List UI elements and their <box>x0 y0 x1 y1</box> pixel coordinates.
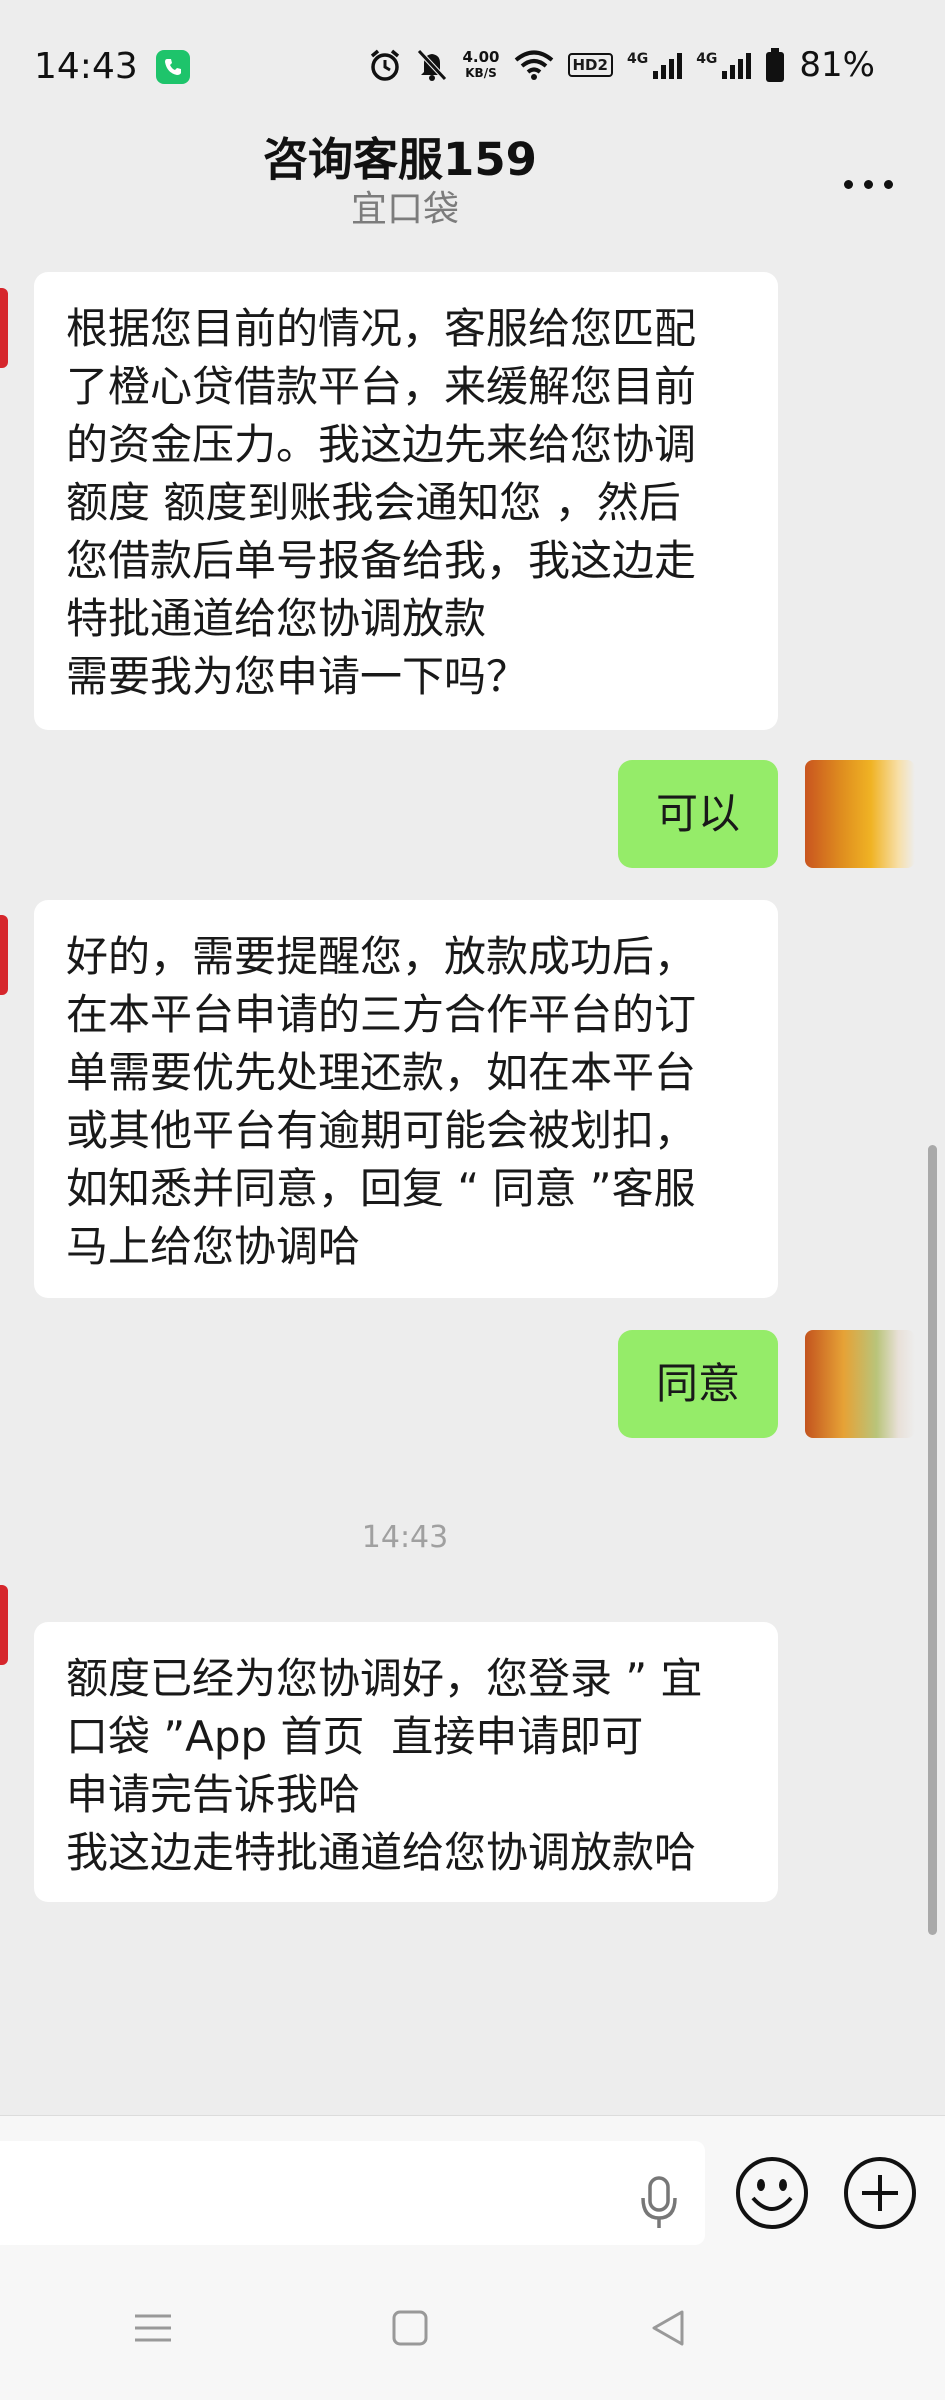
speed-unit: KB/S <box>465 66 497 80</box>
message-bubble-received: 根据您目前的情况，客服给您匹配 了橙心贷借款平台，来缓解您目前 的资金压力。我这… <box>34 272 778 730</box>
wifi-icon <box>514 50 553 80</box>
emoji-icon[interactable] <box>735 2156 809 2230</box>
net2-label: 4G <box>696 51 718 67</box>
message-bubble-received: 好的，需要提醒您，放款成功后， 在本平台申请的三方合作平台的订 单需要优先处理还… <box>34 900 778 1298</box>
more-icon[interactable] <box>842 170 898 200</box>
home-icon[interactable] <box>390 2308 430 2348</box>
chat-header: 咨询客服159 宜口袋 <box>0 115 945 235</box>
battery-percent: 81% <box>799 45 875 85</box>
avatar[interactable] <box>0 288 8 368</box>
message-bubble-sent: 同意 <box>618 1330 778 1438</box>
message-bubble-sent: 可以 <box>618 760 778 868</box>
status-time: 14:43 <box>34 46 138 87</box>
message-timestamp: 14:43 <box>361 1520 449 1555</box>
back-icon[interactable] <box>648 2308 688 2348</box>
network-speed: 4.00 KB/S <box>462 49 499 81</box>
menu-icon[interactable] <box>133 2308 173 2348</box>
message-input[interactable] <box>0 2141 705 2245</box>
message-list[interactable]: 根据您目前的情况，客服给您匹配 了橙心贷借款平台，来缓解您目前 的资金压力。我这… <box>0 245 945 2115</box>
message-bubble-received: 额度已经为您协调好，您登录 ” 宜 口袋 ”App 首页 直接申请即可 申请完告… <box>34 1622 778 1902</box>
avatar[interactable] <box>805 1330 915 1438</box>
chat-title: 咨询客服159 <box>263 133 537 186</box>
scrollbar[interactable] <box>928 1145 937 1935</box>
avatar[interactable] <box>0 915 8 995</box>
hd-indicator: HD2 <box>567 53 613 77</box>
alarm-icon <box>371 49 400 81</box>
signal-1: 4G <box>626 51 683 79</box>
phone-icon[interactable] <box>156 50 190 84</box>
mic-icon[interactable] <box>635 2136 683 2256</box>
mute-icon <box>417 49 448 81</box>
plus-icon[interactable] <box>843 2156 917 2230</box>
avatar[interactable] <box>805 760 915 868</box>
status-bar: 14:43 4.00 KB/S HD2 4G 4G 81% <box>0 0 945 130</box>
battery-icon <box>766 48 785 82</box>
chat-subtitle: 宜口袋 <box>350 189 459 230</box>
avatar[interactable] <box>0 1585 8 1665</box>
net1-label: 4G <box>626 51 649 67</box>
signal-2: 4G <box>696 51 752 79</box>
speed-value: 4.00 <box>462 48 500 66</box>
navigation-bar <box>0 2250 945 2400</box>
input-bar <box>0 2115 945 2251</box>
